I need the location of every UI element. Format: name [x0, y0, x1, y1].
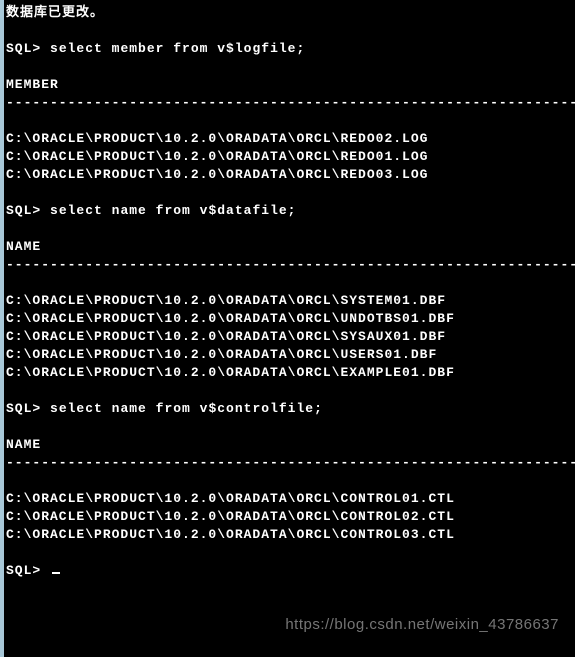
column-header: MEMBER	[6, 76, 575, 94]
result-row: C:\ORACLE\PRODUCT\10.2.0\ORADATA\ORCL\RE…	[6, 166, 575, 184]
sql-prompt: SQL>	[6, 203, 41, 218]
divider: ----------------------------------------…	[6, 256, 575, 274]
sql-prompt-line: SQL> select member from v$logfile;	[6, 40, 575, 58]
divider: ----------------------------------------…	[6, 94, 575, 112]
result-row: C:\ORACLE\PRODUCT\10.2.0\ORADATA\ORCL\CO…	[6, 526, 575, 544]
result-row: C:\ORACLE\PRODUCT\10.2.0\ORADATA\ORCL\SY…	[6, 292, 575, 310]
sql-prompt-line: SQL> select name from v$controlfile;	[6, 400, 575, 418]
result-row: C:\ORACLE\PRODUCT\10.2.0\ORADATA\ORCL\US…	[6, 346, 575, 364]
sql-prompt: SQL>	[6, 41, 41, 56]
cursor-icon	[52, 572, 60, 574]
result-row: C:\ORACLE\PRODUCT\10.2.0\ORADATA\ORCL\CO…	[6, 490, 575, 508]
sql-prompt: SQL>	[6, 401, 41, 416]
column-header: NAME	[6, 238, 575, 256]
sql-query: select name from v$datafile;	[50, 203, 296, 218]
status-line: 数据库已更改。	[6, 4, 575, 22]
result-row: C:\ORACLE\PRODUCT\10.2.0\ORADATA\ORCL\CO…	[6, 508, 575, 526]
sql-prompt-line: SQL> select name from v$datafile;	[6, 202, 575, 220]
result-row: C:\ORACLE\PRODUCT\10.2.0\ORADATA\ORCL\RE…	[6, 130, 575, 148]
sql-prompt-active[interactable]: SQL>	[6, 562, 575, 580]
column-header: NAME	[6, 436, 575, 454]
terminal-output: 数据库已更改。 SQL> select member from v$logfil…	[4, 0, 575, 580]
result-row: C:\ORACLE\PRODUCT\10.2.0\ORADATA\ORCL\RE…	[6, 148, 575, 166]
result-row: C:\ORACLE\PRODUCT\10.2.0\ORADATA\ORCL\EX…	[6, 364, 575, 382]
sql-query: select name from v$controlfile;	[50, 401, 323, 416]
result-row: C:\ORACLE\PRODUCT\10.2.0\ORADATA\ORCL\UN…	[6, 310, 575, 328]
divider: ----------------------------------------…	[6, 454, 575, 472]
sql-prompt: SQL>	[6, 563, 41, 578]
sql-query: select member from v$logfile;	[50, 41, 305, 56]
result-row: C:\ORACLE\PRODUCT\10.2.0\ORADATA\ORCL\SY…	[6, 328, 575, 346]
watermark-text: https://blog.csdn.net/weixin_43786637	[285, 616, 559, 633]
